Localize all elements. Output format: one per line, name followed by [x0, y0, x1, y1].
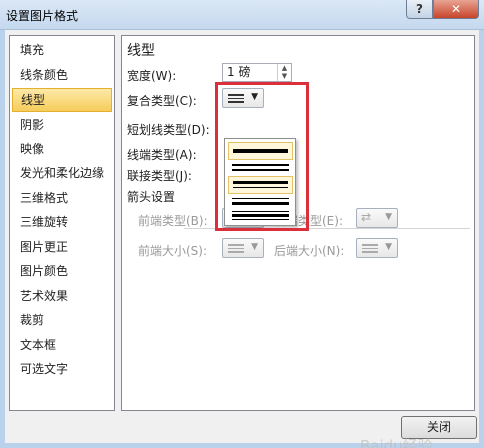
begin-size-dropdown[interactable]: ▼	[222, 238, 264, 258]
nav-item-crop[interactable]: 裁剪	[12, 308, 112, 332]
chevron-down-icon: ▼	[251, 242, 258, 252]
begin-size-label: 前端大小(S):	[138, 244, 208, 258]
window-close-button[interactable]: ✕	[433, 0, 479, 19]
arrow-type-icon: ⇄	[361, 210, 372, 224]
watermark-text: Baidu经验	[360, 437, 433, 448]
cap-type-label: 线端类型(A):	[127, 148, 197, 162]
title-bar: 设置图片格式 ? ✕	[0, 0, 484, 30]
chevron-down-icon: ▼	[385, 212, 392, 222]
nav-item-reflection[interactable]: 映像	[12, 137, 112, 161]
arrow-size-icon	[362, 244, 378, 253]
join-type-label: 联接类型(J):	[127, 169, 192, 183]
begin-type-label: 前端类型(B):	[138, 214, 208, 228]
nav-item-text-box[interactable]: 文本框	[12, 333, 112, 357]
spin-down-icon[interactable]: ▼	[278, 72, 291, 80]
chevron-down-icon: ▼	[385, 242, 392, 252]
arrow-settings-heading: 箭头设置	[127, 190, 176, 204]
highlight-annotation-box	[215, 82, 309, 231]
end-size-dropdown[interactable]: ▼	[356, 238, 398, 258]
nav-item-fill[interactable]: 填充	[12, 38, 112, 62]
nav-item-3d-rotation[interactable]: 三维旋转	[12, 210, 112, 234]
nav-item-picture-corrections[interactable]: 图片更正	[12, 235, 112, 259]
nav-item-picture-color[interactable]: 图片颜色	[12, 259, 112, 283]
panel-heading: 线型	[127, 43, 155, 59]
arrow-size-icon	[228, 244, 244, 253]
spin-up-icon[interactable]: ▲	[278, 64, 291, 72]
width-value: 1 磅	[227, 65, 251, 79]
dash-type-label: 短划线类型(D):	[127, 123, 210, 137]
nav-item-glow-soft-edges[interactable]: 发光和柔化边缘	[12, 161, 112, 185]
category-list: 填充 线条颜色 线型 阴影 映像 发光和柔化边缘 三维格式 三维旋转 图片更正 …	[9, 35, 115, 411]
nav-item-alt-text[interactable]: 可选文字	[12, 357, 112, 381]
nav-item-line-color[interactable]: 线条颜色	[12, 63, 112, 87]
dialog-client-area: 填充 线条颜色 线型 阴影 映像 发光和柔化边缘 三维格式 三维旋转 图片更正 …	[5, 30, 479, 448]
nav-item-artistic-effects[interactable]: 艺术效果	[12, 284, 112, 308]
nav-item-shadow[interactable]: 阴影	[12, 113, 112, 137]
width-label: 宽度(W):	[127, 69, 177, 83]
help-button[interactable]: ?	[406, 0, 433, 19]
nav-item-line-style[interactable]: 线型	[12, 88, 112, 112]
compound-type-label: 复合类型(C):	[127, 94, 197, 108]
end-type-dropdown[interactable]: ⇄ ▼	[356, 208, 398, 228]
nav-item-3d-format[interactable]: 三维格式	[12, 186, 112, 210]
end-size-label: 后端大小(N):	[274, 244, 345, 258]
width-spinner[interactable]: 1 磅 ▲ ▼	[222, 63, 292, 82]
width-spin-arrows[interactable]: ▲ ▼	[277, 64, 291, 81]
window-title: 设置图片格式	[6, 9, 79, 23]
